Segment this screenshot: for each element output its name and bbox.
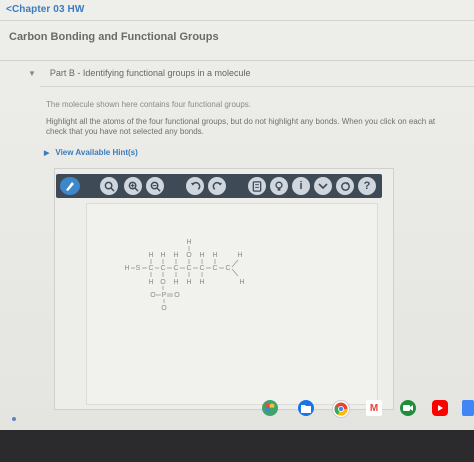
part-b-label: Part B - Identifying functional groups i…: [49, 68, 251, 78]
header-divider: [0, 20, 474, 21]
zoom-out-icon[interactable]: [146, 177, 164, 195]
highlight-instructions-line1: Highlight all the atoms of the four func…: [46, 117, 436, 126]
atom-h[interactable]: H: [186, 279, 191, 286]
screen-bezel: [0, 430, 474, 462]
atom-o-phosphate-bottom[interactable]: O: [161, 305, 167, 312]
highlight-instructions: Highlight all the atoms of the four func…: [46, 117, 472, 137]
chevron-down-icon[interactable]: [314, 177, 332, 195]
part-divider: [40, 86, 474, 87]
files-icon[interactable]: [298, 400, 314, 416]
view-hints-label: View Available Hint(s): [55, 148, 138, 157]
atom-s[interactable]: S: [136, 265, 141, 272]
molecule-structure[interactable]: H H H H O H H H H S C C C C C C C H O H …: [87, 204, 377, 404]
zoom-in-icon[interactable]: [124, 177, 142, 195]
back-to-chapter-link[interactable]: <Chapter 03 HW: [6, 4, 84, 15]
atom-c7[interactable]: C: [225, 265, 230, 272]
reset-icon[interactable]: [336, 177, 354, 195]
atom-h-thiol[interactable]: H: [124, 265, 129, 272]
atom-h[interactable]: H: [199, 279, 204, 286]
page-title: Carbon Bonding and Functional Groups: [9, 31, 219, 43]
atom-c6[interactable]: C: [212, 265, 217, 272]
title-divider: [0, 60, 474, 61]
view-hints-link[interactable]: ▶ View Available Hint(s): [44, 148, 138, 157]
info-icon[interactable]: i: [292, 177, 310, 195]
atom-h[interactable]: H: [173, 279, 178, 286]
youtube-icon[interactable]: [432, 400, 448, 416]
atom-o-phosphate-right[interactable]: O: [174, 292, 180, 299]
atom-o-hydroxyl[interactable]: O: [186, 252, 192, 259]
expand-arrow-icon: ▶: [44, 149, 50, 157]
atom-c1[interactable]: C: [148, 265, 153, 272]
lightbulb-icon[interactable]: [270, 177, 288, 195]
meet-icon[interactable]: [400, 400, 416, 416]
instruction-text: The molecule shown here contains four fu…: [46, 100, 252, 109]
highlight-instructions-line2: check that you have not selected any bon…: [46, 127, 204, 136]
screen: <Chapter 03 HW Carbon Bonding and Functi…: [0, 0, 474, 430]
atom-o-phosphate-left[interactable]: O: [150, 292, 156, 299]
molecule-canvas[interactable]: H H H H O H H H H S C C C C C C C H O H …: [86, 203, 378, 405]
marker-icon[interactable]: [60, 177, 80, 195]
document-icon[interactable]: [248, 177, 266, 195]
redo-icon[interactable]: [208, 177, 226, 195]
chrome-icon[interactable]: [332, 400, 350, 418]
atom-h[interactable]: H: [148, 279, 153, 286]
atom-o-phosphate[interactable]: O: [160, 279, 166, 286]
atom-p[interactable]: P: [162, 292, 167, 299]
collapse-caret-icon[interactable]: ▼: [28, 69, 36, 78]
undo-icon[interactable]: [186, 177, 204, 195]
atom-h[interactable]: H: [148, 252, 153, 259]
zoom-fit-icon[interactable]: [100, 177, 118, 195]
atom-h[interactable]: H: [160, 252, 165, 259]
photos-icon[interactable]: [262, 400, 278, 416]
atom-c2[interactable]: C: [160, 265, 165, 272]
atom-c3[interactable]: C: [173, 265, 178, 272]
docs-icon[interactable]: [462, 400, 474, 416]
atom-h-right-top[interactable]: H: [237, 252, 242, 259]
atom-h[interactable]: H: [173, 252, 178, 259]
part-b-header[interactable]: ▼ Part B - Identifying functional groups…: [28, 68, 251, 78]
atom-c5[interactable]: C: [199, 265, 204, 272]
gmail-icon[interactable]: M: [366, 400, 382, 416]
atom-h-right-bottom[interactable]: H: [239, 279, 244, 286]
help-icon[interactable]: ?: [358, 177, 376, 195]
atom-h-top[interactable]: H: [186, 239, 191, 246]
atom-h[interactable]: H: [212, 252, 217, 259]
atom-h[interactable]: H: [199, 252, 204, 259]
atom-c4[interactable]: C: [186, 265, 191, 272]
editor-toolbar: i ?: [56, 174, 382, 198]
